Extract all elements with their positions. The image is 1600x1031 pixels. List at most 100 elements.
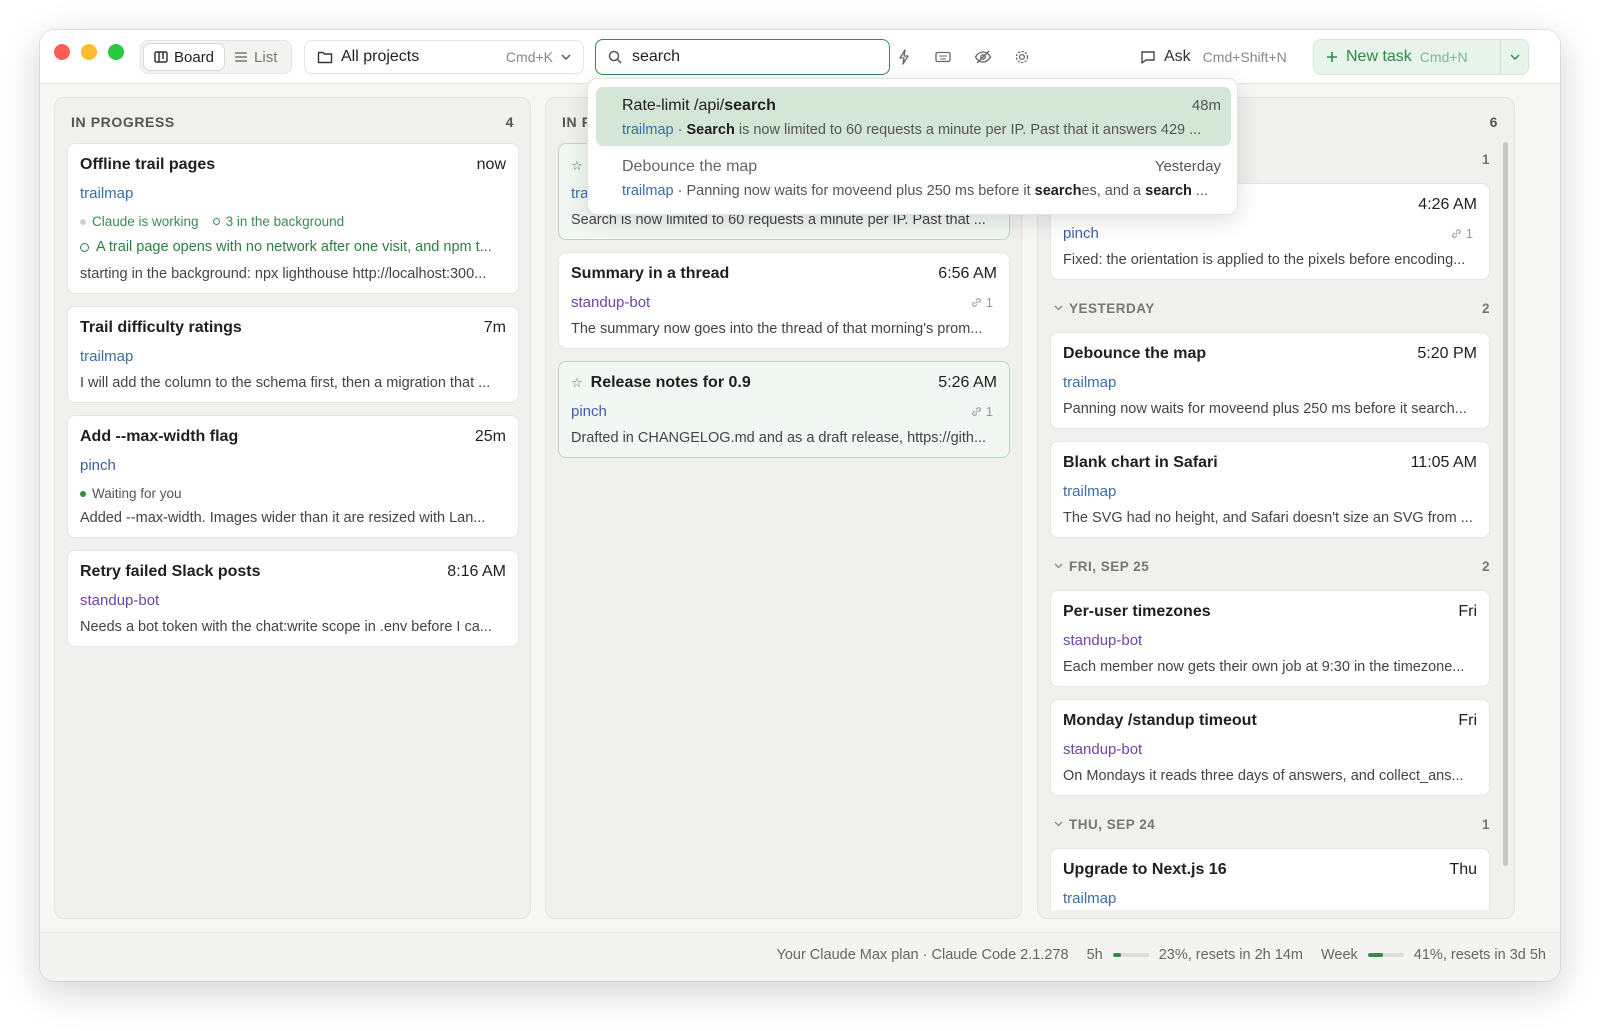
card-title-row: Offline trail pages now xyxy=(80,156,506,174)
result-snippet-text: Panning now waits for moveend plus 250 m… xyxy=(686,183,1035,199)
group-count: 2 xyxy=(1481,300,1490,316)
eye-off-icon[interactable] xyxy=(973,47,993,67)
column-count: 6 xyxy=(1489,114,1498,130)
chat-bubble-icon xyxy=(1140,50,1156,65)
link-count: 1 xyxy=(985,295,993,310)
link-icon xyxy=(1451,228,1462,239)
group-label: THU, SEP 24 xyxy=(1069,816,1156,832)
new-task-button[interactable]: New task Cmd+N xyxy=(1314,40,1500,74)
search-box xyxy=(595,39,890,75)
card-project[interactable]: pinch xyxy=(80,457,116,474)
chevron-down-icon xyxy=(561,54,571,60)
zoom-window-button[interactable] xyxy=(108,44,124,60)
card-time: now xyxy=(476,156,506,173)
week-usage-fill xyxy=(1367,953,1383,957)
star-icon[interactable]: ☆ xyxy=(571,158,583,174)
star-icon[interactable]: ☆ xyxy=(571,375,583,391)
group-count: 2 xyxy=(1481,558,1490,574)
result-time: 48m xyxy=(1191,97,1221,114)
card-project[interactable]: pinch xyxy=(571,403,607,420)
task-card[interactable]: Offline trail pages now trailmap Claude … xyxy=(67,143,519,294)
minimize-window-button[interactable] xyxy=(81,44,97,60)
view-switcher: Board List xyxy=(140,40,292,74)
card-status: Waiting for you xyxy=(80,486,182,501)
search-icon xyxy=(608,50,622,64)
gear-icon[interactable] xyxy=(1012,47,1032,67)
search-input[interactable] xyxy=(632,48,872,66)
list-view-button[interactable]: List xyxy=(224,44,287,70)
chevron-down-icon xyxy=(1054,563,1063,569)
task-card[interactable]: Add --max-width flag 25m pinch Waiting f… xyxy=(67,415,519,538)
list-icon xyxy=(234,51,248,63)
background-ring-icon xyxy=(212,218,220,225)
board-view-button[interactable]: Board xyxy=(144,44,225,70)
card-title: Monday /standup timeout xyxy=(1063,712,1257,729)
search-result-item[interactable]: Rate-limit /api/search 48m trailmap · Se… xyxy=(596,87,1231,146)
column-title: IN PROGRESS xyxy=(71,114,175,130)
card-project[interactable]: pinch xyxy=(1063,225,1099,242)
scrollbar[interactable] xyxy=(1503,142,1508,866)
group-count: 1 xyxy=(1481,816,1490,832)
card-project[interactable]: standup-bot xyxy=(571,294,650,311)
result-snippet: trailmap · Search is now limited to 60 r… xyxy=(622,122,1217,138)
card-summary: Added --max-width. Images wider than it … xyxy=(80,510,486,526)
new-task-menu-button[interactable] xyxy=(1500,40,1528,74)
plus-icon xyxy=(1326,51,1338,63)
card-project[interactable]: standup-bot xyxy=(1063,741,1142,758)
card-time: Thu xyxy=(1449,861,1477,878)
close-window-button[interactable] xyxy=(54,44,70,60)
result-title: Debounce the map xyxy=(622,158,758,175)
group-header[interactable]: YESTERDAY 2 xyxy=(1054,299,1490,317)
card-title: Upgrade to Next.js 16 xyxy=(1063,861,1227,878)
card-title: Release notes for 0.9 xyxy=(590,374,751,391)
card-project[interactable]: trailmap xyxy=(80,348,133,365)
card-status: Claude is working 3 in the background xyxy=(80,214,344,229)
five-hour-usage-bar xyxy=(1112,953,1149,957)
ask-label: Ask xyxy=(1164,48,1191,65)
task-card[interactable]: Debounce the map 5:20 PM trailmap Pannin… xyxy=(1050,332,1490,429)
card-title: Trail difficulty ratings xyxy=(80,319,242,336)
project-selector[interactable]: All projects Cmd+K xyxy=(304,40,584,74)
card-project[interactable]: trailmap xyxy=(1063,890,1116,907)
card-summary-text: A trail page opens with no network after… xyxy=(96,239,492,255)
card-project[interactable]: trailmap xyxy=(1063,483,1116,500)
five-hour-label: 5h xyxy=(1086,947,1103,963)
task-card[interactable]: Per-user timezones Fri standup-bot Each … xyxy=(1050,590,1490,687)
task-card[interactable]: Summary in a thread 6:56 AM standup-bot … xyxy=(558,252,1010,349)
task-card[interactable]: Trail difficulty ratings 7m trailmap I w… xyxy=(67,306,519,403)
group-header[interactable]: FRI, SEP 25 2 xyxy=(1054,557,1490,575)
task-card[interactable]: ☆ Release notes for 0.9 5:26 AM pinch 1 … xyxy=(558,361,1010,458)
keyboard-icon[interactable] xyxy=(933,47,953,67)
card-title-row: ☆ Release notes for 0.9 5:26 AM xyxy=(571,374,997,392)
group-count: 1 xyxy=(1481,151,1490,167)
card-project[interactable]: trailmap xyxy=(1063,374,1116,391)
card-title: Debounce the map xyxy=(1063,345,1207,362)
task-card[interactable]: Blank chart in Safari 11:05 AM trailmap … xyxy=(1050,441,1490,538)
card-project[interactable]: trailmap xyxy=(80,185,133,202)
result-separator: · xyxy=(673,122,687,138)
group-label-wrap: YESTERDAY xyxy=(1054,301,1155,316)
card-title: Summary in a thread xyxy=(571,265,730,282)
card-time: 7m xyxy=(483,319,506,336)
card-time: 5:26 AM xyxy=(938,374,997,391)
ask-button[interactable]: Ask Cmd+Shift+N xyxy=(1140,44,1287,70)
card-title: Per-user timezones xyxy=(1063,603,1211,620)
card-project[interactable]: tra xyxy=(571,185,589,202)
task-card[interactable]: Monday /standup timeout Fri standup-bot … xyxy=(1050,699,1490,796)
card-project[interactable]: standup-bot xyxy=(1063,632,1142,649)
card-project[interactable]: standup-bot xyxy=(80,592,159,609)
plan-info: Your Claude Max plan · Claude Code 2.1.2… xyxy=(776,947,1069,963)
card-link-count: 1 xyxy=(971,295,993,310)
group-header[interactable]: THU, SEP 24 1 xyxy=(1054,815,1490,833)
card-time: 11:05 AM xyxy=(1410,454,1477,471)
five-hour-usage-fill xyxy=(1112,953,1121,957)
search-result-item[interactable]: Debounce the map Yesterday trailmap · Pa… xyxy=(596,148,1231,207)
task-card[interactable]: Upgrade to Next.js 16 Thu trailmap xyxy=(1050,848,1490,910)
card-summary: Needs a bot token with the chat:write sc… xyxy=(80,619,492,635)
group-label-wrap: FRI, SEP 25 xyxy=(1054,559,1149,574)
project-selector-label: All projects xyxy=(341,48,420,65)
usage-info: Your Claude Max plan · Claude Code 2.1.2… xyxy=(776,947,1546,963)
status-text: Waiting for you xyxy=(92,486,182,501)
lightning-icon[interactable] xyxy=(894,47,914,67)
task-card[interactable]: Retry failed Slack posts 8:16 AM standup… xyxy=(67,550,519,647)
